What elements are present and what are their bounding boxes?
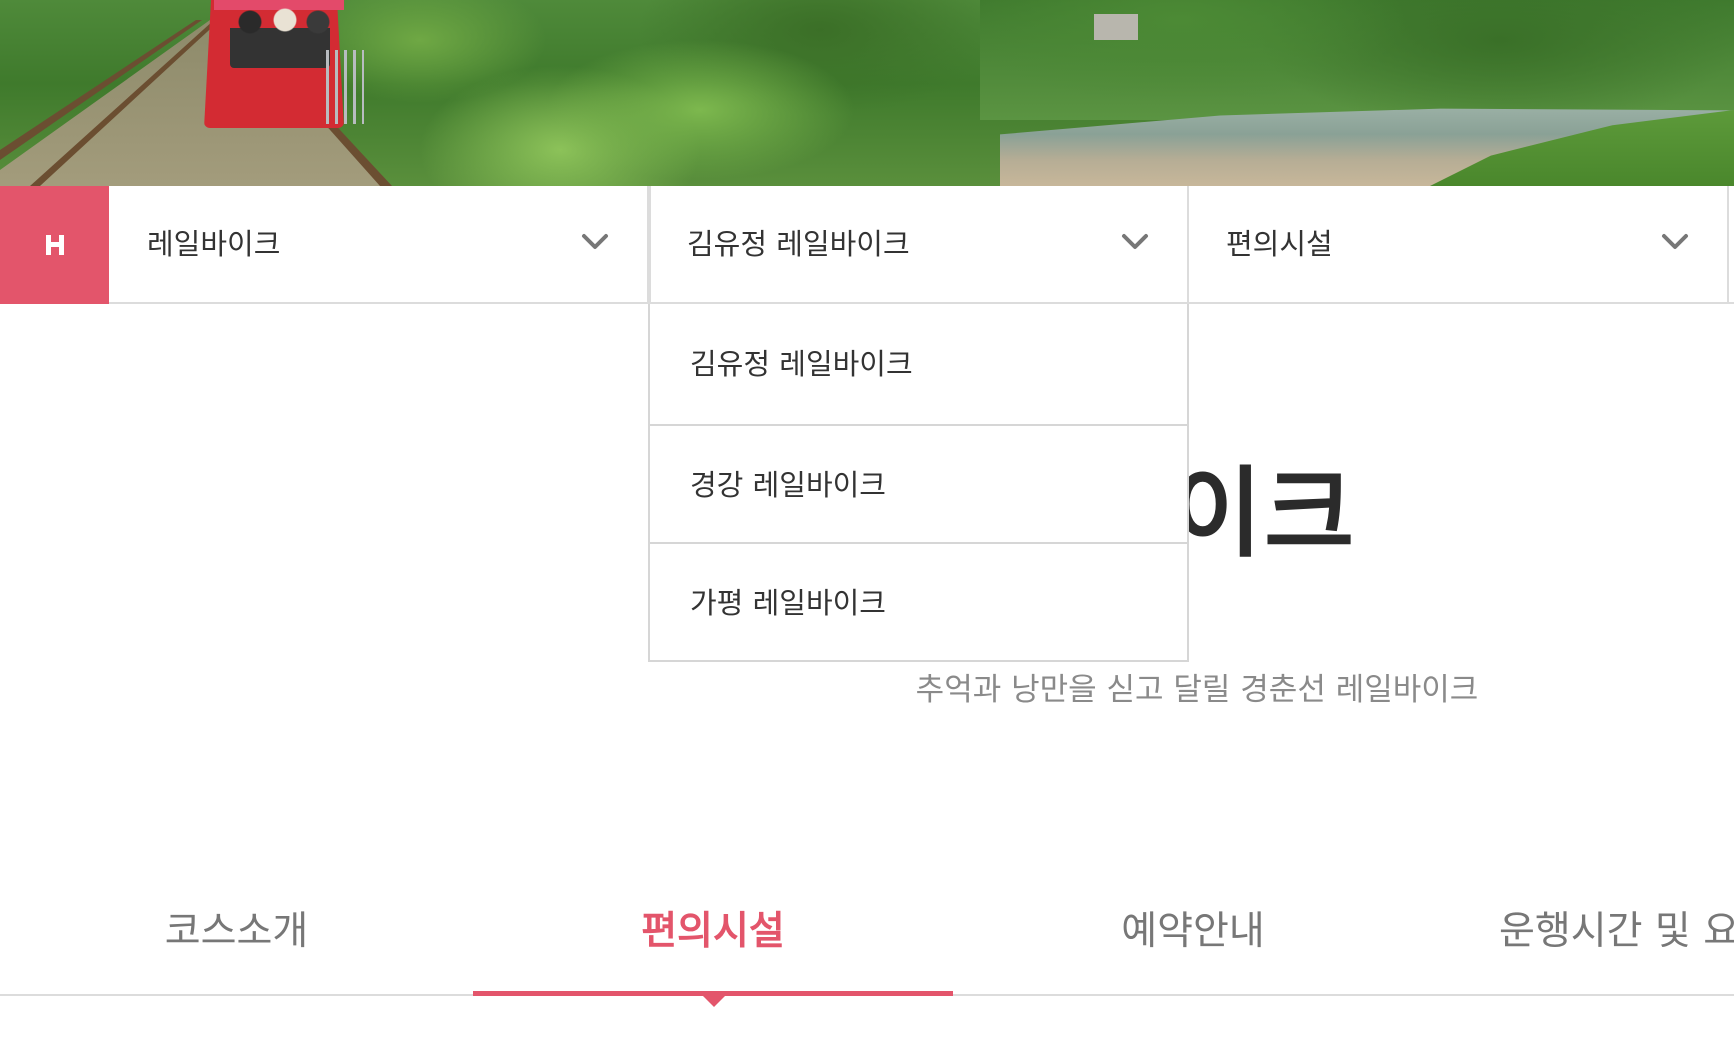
dropdown-item-gyeonggang[interactable]: 경강 레일바이크 <box>650 424 1187 542</box>
dropdown-item-gimyujeong[interactable]: 김유정 레일바이크 <box>650 304 1187 424</box>
home-button[interactable] <box>0 186 109 304</box>
site-dropdown-menu: 김유정 레일바이크 경강 레일바이크 가평 레일바이크 <box>648 304 1189 662</box>
page-subtitle-text: 추억과 낭만을 싣고 달릴 경춘선 레일바이크 <box>915 672 1479 708</box>
page-subtitle: 추억과 낭만을 싣고 달릴 경춘선 레일바이크 <box>0 668 1734 712</box>
hero-riders <box>230 8 330 68</box>
tab-operating-hours[interactable]: 운행시간 및 요 <box>1433 870 1734 994</box>
location-select-section-label: 편의시설 <box>1226 227 1333 261</box>
location-select-category[interactable]: 레일바이크 <box>109 186 649 302</box>
hero-fence <box>326 50 364 124</box>
tab-course-intro[interactable]: 코스소개 <box>0 870 473 994</box>
active-tab-caret-icon <box>703 996 725 1007</box>
location-select-site[interactable]: 김유정 레일바이크 <box>649 186 1189 302</box>
location-select-section[interactable]: 편의시설 <box>1189 186 1729 302</box>
location-select-site-label: 김유정 레일바이크 <box>687 227 910 261</box>
tab-reservation-guide[interactable]: 예약안내 <box>953 870 1433 994</box>
location-bar: 레일바이크 김유정 레일바이크 편의시설 <box>0 186 1734 304</box>
chevron-down-icon <box>1122 234 1148 249</box>
hero-banner <box>0 0 1734 186</box>
tab-facilities[interactable]: 편의시설 <box>473 870 953 994</box>
chevron-down-icon <box>1662 234 1688 249</box>
chevron-down-icon <box>582 234 608 249</box>
hero-building <box>1094 14 1138 40</box>
home-icon <box>45 235 64 255</box>
dropdown-item-gapyeong[interactable]: 가평 레일바이크 <box>650 542 1187 660</box>
content-tabs: 코스소개 편의시설 예약안내 운행시간 및 요 <box>0 870 1734 1007</box>
location-select-category-label: 레일바이크 <box>147 227 281 261</box>
